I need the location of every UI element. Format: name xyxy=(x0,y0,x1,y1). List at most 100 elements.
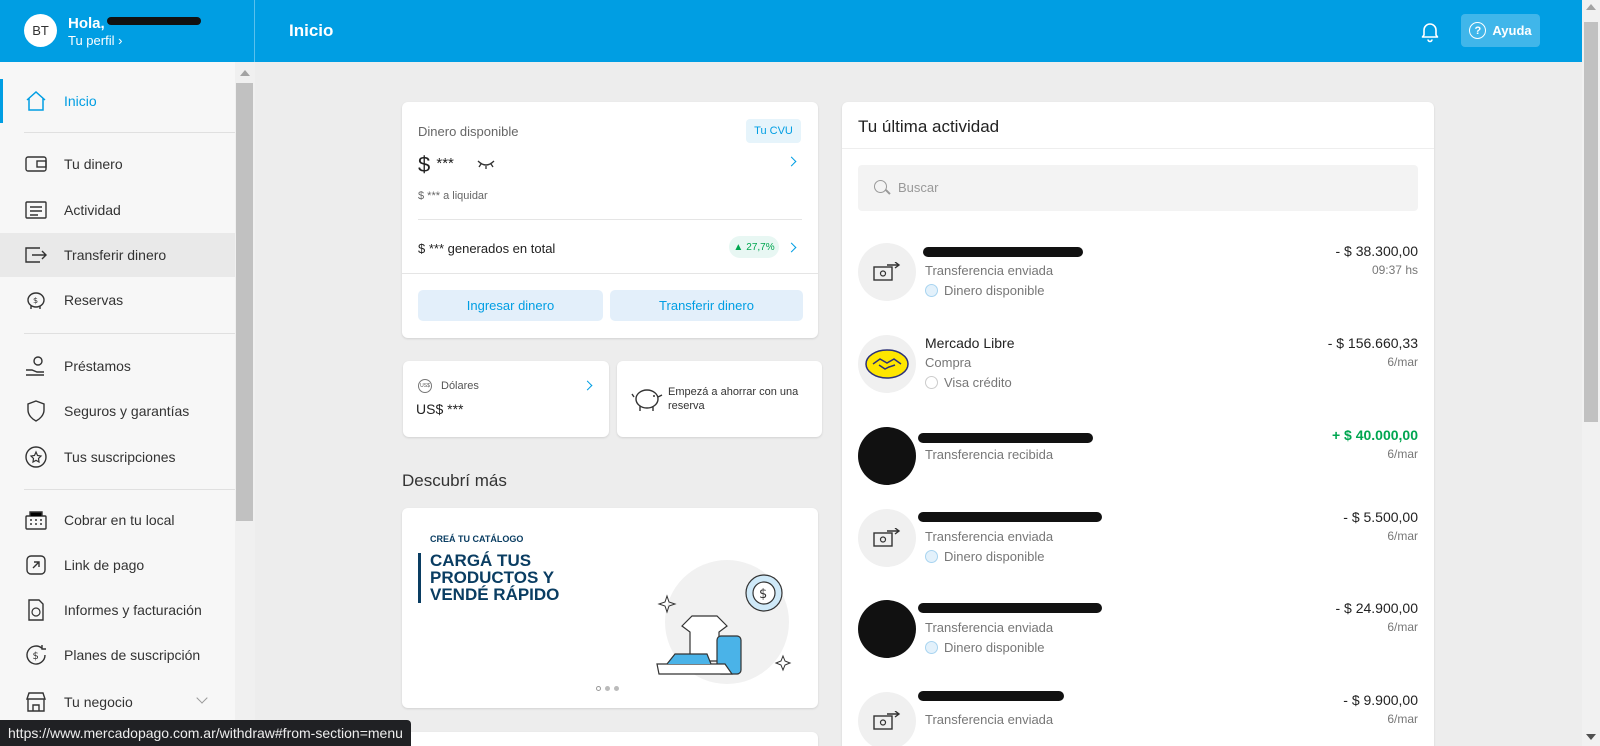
activity-panel: Tu última actividad Buscar Transferencia… xyxy=(842,102,1434,746)
chevron-right-icon[interactable] xyxy=(786,156,797,167)
eye-closed-icon[interactable] xyxy=(476,158,496,170)
activity-row[interactable]: Transferencia enviada Dinero disponible … xyxy=(842,509,1434,599)
piggy-bank-icon: $ xyxy=(27,292,45,309)
deposit-button[interactable]: Ingresar dinero xyxy=(418,290,603,321)
sidebar-item-actividad[interactable]: Actividad xyxy=(0,188,235,232)
sidebar-item-label: Cobrar en tu local xyxy=(64,512,175,528)
search-placeholder: Buscar xyxy=(898,180,939,195)
sidebar-item-informes[interactable]: Informes y facturación xyxy=(0,588,235,632)
scroll-up-arrow-icon[interactable] xyxy=(1586,4,1596,10)
help-label: Ayuda xyxy=(1492,23,1532,38)
redacted-name xyxy=(918,512,1102,522)
activity-date: 6/mar xyxy=(1387,447,1418,461)
chevron-right-icon[interactable] xyxy=(786,242,797,253)
dollars-card[interactable]: US$ Dólares US$ *** xyxy=(403,361,609,437)
chevron-right-icon[interactable] xyxy=(582,380,593,391)
activity-type: Transferencia enviada xyxy=(925,529,1054,544)
promo-accent-bar xyxy=(418,553,421,603)
sidebar-item-tu-dinero[interactable]: Tu dinero xyxy=(0,142,235,186)
sidebar-item-inicio[interactable]: Inicio xyxy=(0,79,235,123)
sidebar-item-reservas[interactable]: $ Reservas xyxy=(0,278,235,322)
divider xyxy=(842,148,1434,149)
transfer-icon xyxy=(25,247,47,263)
sidebar-divider xyxy=(24,489,235,490)
activity-row[interactable]: Transferencia recibida + $ 40.000,00 6/m… xyxy=(842,427,1434,517)
carousel-dot[interactable] xyxy=(596,686,601,691)
mercado-libre-logo xyxy=(858,335,916,393)
activity-row[interactable]: Mercado Libre Compra Visa crédito - $ 15… xyxy=(842,335,1434,425)
redacted-name xyxy=(918,691,1064,701)
piggy-bank-icon xyxy=(631,389,663,411)
account-money-icon xyxy=(925,284,938,297)
top-header: BT Hola, Tu perfil › Inicio ? Ayuda xyxy=(0,0,1582,62)
sidebar-item-label: Reservas xyxy=(64,292,124,308)
cvu-button[interactable]: Tu CVU xyxy=(746,119,801,143)
carousel-dot[interactable] xyxy=(614,686,619,691)
sidebar-scroll-up-icon[interactable] xyxy=(240,70,250,76)
visa-icon xyxy=(925,376,938,389)
usd-icon: US$ xyxy=(418,379,432,393)
star-icon xyxy=(25,446,47,468)
sidebar-item-label: Tus suscripciones xyxy=(64,449,176,465)
carousel-dots xyxy=(596,686,619,691)
sidebar-item-suscripciones[interactable]: Tus suscripciones xyxy=(0,435,235,479)
redacted-avatar xyxy=(858,427,916,485)
activity-date: 6/mar xyxy=(1387,712,1418,726)
loan-icon xyxy=(26,356,44,376)
sidebar-item-label: Tu dinero xyxy=(64,156,123,172)
promo-eyebrow: CREÁ TU CATÁLOGO xyxy=(430,534,524,544)
chevron-down-icon[interactable] xyxy=(196,692,208,704)
account-money-icon xyxy=(925,550,938,563)
redacted-name xyxy=(918,433,1093,443)
activity-amount: - $ 38.300,00 xyxy=(1335,243,1418,259)
up-arrow-icon: ▲ xyxy=(733,241,744,253)
sidebar-item-prestamos[interactable]: Préstamos xyxy=(0,344,235,388)
payment-method-label: Dinero disponible xyxy=(944,283,1045,298)
available-money-amount: $ *** xyxy=(418,152,454,178)
carousel-dot[interactable] xyxy=(605,686,610,691)
store-icon xyxy=(26,692,46,712)
activity-icon xyxy=(25,201,47,219)
sidebar-divider xyxy=(24,132,235,133)
account-money-icon xyxy=(925,641,938,654)
available-money-label: Dinero disponible xyxy=(418,124,519,139)
sidebar-item-link-de-pago[interactable]: Link de pago xyxy=(0,543,235,587)
sidebar-item-label: Transferir dinero xyxy=(64,247,167,263)
page-scrollbar[interactable] xyxy=(1582,0,1600,746)
redacted-username xyxy=(107,17,201,25)
search-input[interactable]: Buscar xyxy=(858,165,1418,211)
payment-method-label: Dinero disponible xyxy=(944,640,1045,655)
transfer-button[interactable]: Transferir dinero xyxy=(610,290,803,321)
discover-title: Descubrí más xyxy=(402,471,507,490)
activity-amount: + $ 40.000,00 xyxy=(1331,427,1418,443)
promo-banner[interactable]: CREÁ TU CATÁLOGO CARGÁ TUS PRODUCTOS Y V… xyxy=(402,508,818,708)
generated-total: $ *** generados en total xyxy=(418,241,556,256)
scroll-down-arrow-icon[interactable] xyxy=(1586,734,1596,740)
greeting-text: Hola, xyxy=(68,15,105,32)
sidebar-item-tu-negocio[interactable]: Tu negocio xyxy=(0,680,235,724)
help-button[interactable]: ? Ayuda xyxy=(1461,14,1540,47)
bell-icon[interactable] xyxy=(1418,19,1442,43)
transfer-out-icon xyxy=(858,243,916,301)
activity-name: Mercado Libre xyxy=(925,335,1015,351)
transfer-out-icon xyxy=(858,692,916,746)
currency-symbol: $ xyxy=(418,152,431,177)
activity-row[interactable]: Transferencia enviada Dinero disponible … xyxy=(842,243,1434,333)
sidebar-item-cobrar[interactable]: Cobrar en tu local xyxy=(0,498,235,542)
savings-card[interactable]: Empezá a ahorrar con una reserva xyxy=(617,361,822,437)
redacted-avatar xyxy=(858,600,916,658)
sidebar-item-label: Link de pago xyxy=(64,557,145,573)
activity-row[interactable]: Transferencia enviada Dinero disponible … xyxy=(842,600,1434,690)
divider xyxy=(402,273,818,274)
header-divider xyxy=(254,0,255,62)
activity-row[interactable]: Transferencia enviada - $ 9.900,00 6/mar xyxy=(842,691,1434,746)
sidebar-scrollbar-thumb[interactable] xyxy=(236,83,253,521)
sidebar-item-planes[interactable]: $ Planes de suscripción xyxy=(0,633,235,677)
page-scrollbar-thumb[interactable] xyxy=(1584,22,1598,422)
activity-title: Tu última actividad xyxy=(858,117,1000,136)
sidebar-item-seguros[interactable]: Seguros y garantías xyxy=(0,389,235,433)
sidebar-item-transferir-dinero[interactable]: Transferir dinero xyxy=(0,233,235,277)
user-avatar[interactable]: BT xyxy=(24,14,57,47)
page-title: Inicio xyxy=(289,21,334,40)
profile-link[interactable]: Tu perfil › xyxy=(68,33,122,48)
